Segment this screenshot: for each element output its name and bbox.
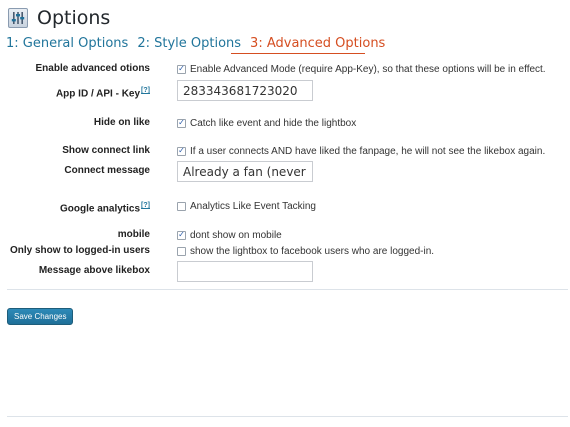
form-divider: [7, 289, 568, 290]
save-changes-button[interactable]: Save Changes: [7, 308, 74, 325]
connect-message-input[interactable]: [177, 161, 313, 182]
message-above-label: Message above likebox: [38, 265, 150, 276]
row-enable-advanced: Enable advanced otions ✓ Enable Advanced…: [0, 59, 570, 79]
app-id-label: App ID / API - Key[?]: [55, 87, 150, 100]
options-tabs: 1: General Options 2: Style Options 3: Adv…: [6, 36, 394, 51]
enable-advanced-label: Enable advanced otions: [35, 63, 150, 74]
message-above-input[interactable]: [177, 261, 313, 282]
google-analytics-label: Google analytics[?]: [60, 202, 150, 215]
enable-advanced-checkbox[interactable]: ✓: [177, 64, 186, 74]
logged-in-checkbox[interactable]: [177, 246, 186, 256]
google-analytics-help-link[interactable]: [?]: [141, 202, 150, 209]
show-connect-checkbox[interactable]: ✓: [177, 146, 186, 156]
show-connect-text: If a user connects AND have liked the fa…: [190, 145, 546, 157]
hide-on-like-label: Hide on like: [93, 117, 150, 128]
hide-on-like-checkbox[interactable]: ✓: [177, 118, 186, 128]
row-show-connect-link: Show connect link ✓ If a user connects A…: [0, 141, 570, 161]
row-google-analytics: Google analytics[?] Analytics Like Event…: [0, 196, 570, 216]
logged-in-label: Only show to logged-in users: [9, 245, 150, 256]
mobile-text: dont show on mobile: [190, 229, 282, 241]
settings-sliders-icon: [8, 8, 28, 28]
tab-general-options[interactable]: 1: General Options: [6, 36, 128, 51]
page-title: Options: [37, 7, 111, 29]
app-id-input[interactable]: [177, 80, 313, 101]
app-id-help-link[interactable]: [?]: [141, 87, 150, 94]
mobile-checkbox[interactable]: ✓: [177, 230, 186, 240]
enable-advanced-text: Enable Advanced Mode (require App-Key), …: [190, 63, 546, 75]
logged-in-text: show the lightbox to facebook users who …: [190, 245, 435, 257]
tab-advanced-options[interactable]: 3: Advanced Options: [250, 36, 385, 51]
connect-message-label: Connect message: [64, 165, 150, 176]
footer-divider: [7, 416, 568, 417]
tab-style-options[interactable]: 2: Style Options: [137, 36, 241, 51]
hide-on-like-text: Catch like event and hide the lightbox: [190, 117, 357, 129]
google-analytics-checkbox[interactable]: [177, 201, 186, 211]
row-hide-on-like: Hide on like ✓ Catch like event and hide…: [0, 113, 570, 133]
show-connect-label: Show connect link: [62, 145, 150, 156]
page-header: Options: [8, 5, 110, 31]
row-logged-in-users: Only show to logged-in users show the li…: [0, 241, 570, 261]
google-analytics-text: Analytics Like Event Tacking: [190, 200, 316, 212]
active-tab-underline: [231, 53, 365, 54]
